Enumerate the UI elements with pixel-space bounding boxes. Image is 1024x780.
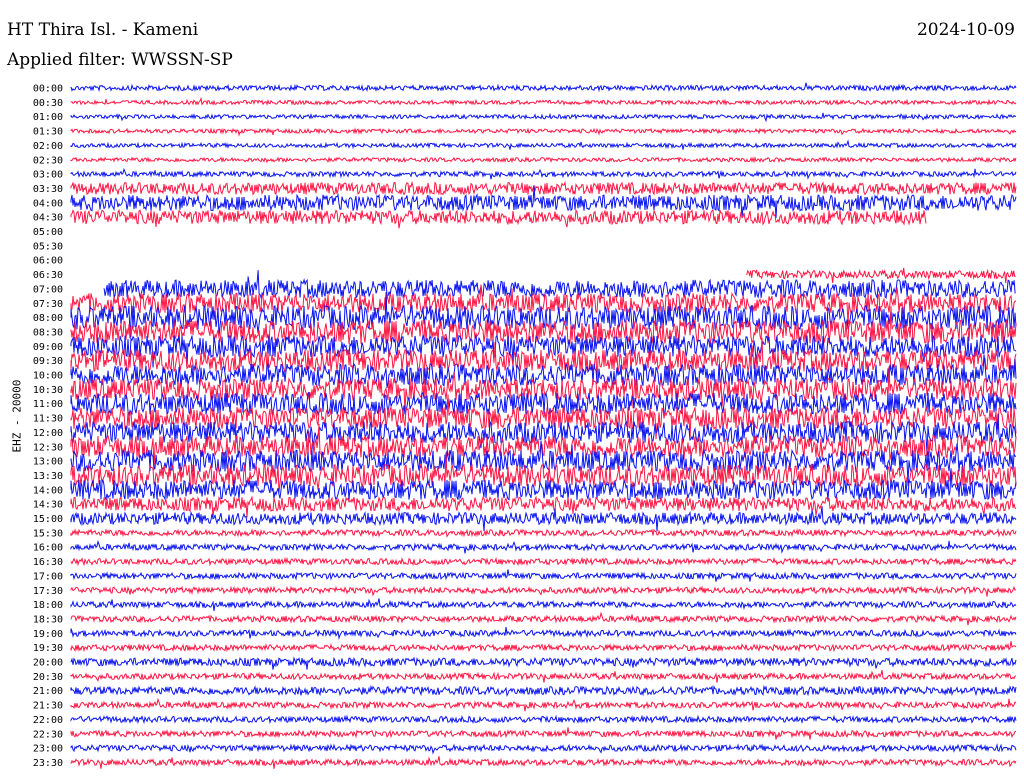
seismic-trace bbox=[70, 611, 1017, 626]
time-tick-label: 02:00 bbox=[33, 141, 63, 152]
seismic-trace bbox=[70, 697, 1017, 712]
time-tick-label: 18:00 bbox=[33, 600, 63, 611]
time-tick-label: 20:30 bbox=[33, 672, 63, 683]
time-tick-label: 15:30 bbox=[33, 528, 63, 539]
time-tick-label: 23:30 bbox=[33, 758, 63, 769]
time-tick-label: 17:00 bbox=[33, 571, 63, 582]
time-tick-label: 19:30 bbox=[33, 643, 63, 654]
time-tick-label: 01:00 bbox=[33, 112, 63, 123]
seismic-trace bbox=[70, 585, 1017, 597]
seismic-trace bbox=[70, 669, 1017, 683]
time-tick-label: 07:30 bbox=[33, 299, 63, 310]
seismic-trace bbox=[70, 139, 1017, 150]
seismic-trace bbox=[70, 626, 1017, 640]
time-tick-label: 10:30 bbox=[33, 385, 63, 396]
seismic-trace bbox=[70, 556, 1017, 567]
time-tick-label: 21:30 bbox=[33, 701, 63, 712]
seismic-trace bbox=[70, 208, 927, 229]
time-tick-label: 00:30 bbox=[33, 98, 63, 109]
tick-label-group: 00:00 00:30 01:00 01:30 02:00 02:30 03:00 03:30… bbox=[33, 84, 63, 769]
seismic-trace bbox=[70, 82, 1017, 93]
time-tick-label: 19:00 bbox=[33, 629, 63, 640]
time-tick-label: 16:00 bbox=[33, 543, 63, 554]
time-tick-label: 03:30 bbox=[33, 184, 63, 195]
time-tick-label: 04:30 bbox=[33, 213, 63, 224]
seismic-trace bbox=[70, 743, 1017, 755]
time-tick-label: 08:30 bbox=[33, 327, 63, 338]
time-tick-label: 02:30 bbox=[33, 155, 63, 166]
time-tick-label: 09:30 bbox=[33, 356, 63, 367]
time-tick-label: 06:30 bbox=[33, 270, 63, 281]
time-tick-label: 05:30 bbox=[33, 241, 63, 252]
time-tick-label: 13:30 bbox=[33, 471, 63, 482]
time-tick-label: 04:00 bbox=[33, 198, 63, 209]
seismic-trace bbox=[70, 127, 1017, 137]
helicorder-plot: 00:00 00:30 01:00 01:30 02:00 02:30 03:00 03:30… bbox=[33, 82, 1017, 769]
time-tick-label: 17:30 bbox=[33, 586, 63, 597]
time-tick-label: 08:00 bbox=[33, 313, 63, 324]
seismic-trace bbox=[70, 656, 1017, 670]
time-tick-label: 14:30 bbox=[33, 500, 63, 511]
time-tick-label: 20:00 bbox=[33, 658, 63, 669]
time-tick-label: 23:00 bbox=[33, 744, 63, 755]
time-tick-label: 07:00 bbox=[33, 284, 63, 295]
seismic-trace bbox=[70, 539, 1017, 554]
seismic-trace bbox=[70, 684, 1017, 697]
seismic-trace bbox=[70, 641, 1017, 653]
time-tick-label: 16:30 bbox=[33, 557, 63, 568]
trace-group bbox=[70, 82, 1017, 769]
seismic-trace bbox=[70, 714, 1017, 725]
seismic-trace bbox=[70, 569, 1017, 582]
seismic-trace bbox=[70, 727, 1017, 740]
seismic-trace bbox=[70, 167, 1017, 180]
time-tick-label: 18:30 bbox=[33, 614, 63, 625]
time-tick-label: 11:00 bbox=[33, 399, 63, 410]
time-tick-label: 13:00 bbox=[33, 457, 63, 468]
seismic-trace bbox=[70, 180, 1017, 196]
time-tick-label: 03:00 bbox=[33, 170, 63, 181]
seismic-trace bbox=[70, 284, 1017, 325]
time-tick-label: 11:30 bbox=[33, 414, 63, 425]
time-tick-label: 22:30 bbox=[33, 729, 63, 740]
time-tick-label: 01:30 bbox=[33, 127, 63, 138]
seismic-trace bbox=[70, 155, 1017, 164]
time-tick-label: 22:00 bbox=[33, 715, 63, 726]
seismic-trace bbox=[70, 112, 1017, 123]
time-tick-label: 14:00 bbox=[33, 485, 63, 496]
time-tick-label: 09:00 bbox=[33, 342, 63, 353]
time-tick-label: 12:00 bbox=[33, 428, 63, 439]
time-tick-label: 12:30 bbox=[33, 442, 63, 453]
seismic-trace bbox=[70, 96, 1017, 107]
seismic-trace bbox=[70, 756, 1017, 769]
seismic-trace bbox=[70, 528, 1017, 538]
seismic-trace bbox=[70, 598, 1017, 612]
time-tick-label: 15:00 bbox=[33, 514, 63, 525]
time-tick-label: 10:00 bbox=[33, 371, 63, 382]
time-tick-label: 21:00 bbox=[33, 686, 63, 697]
time-tick-label: 05:00 bbox=[33, 227, 63, 238]
time-tick-label: 06:00 bbox=[33, 256, 63, 267]
time-tick-label: 00:00 bbox=[33, 84, 63, 95]
